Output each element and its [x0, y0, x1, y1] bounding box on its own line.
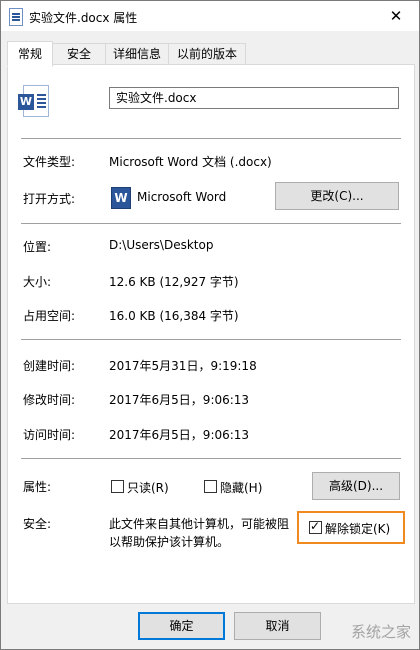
- divider: [21, 138, 401, 139]
- divider: [21, 339, 401, 340]
- properties-window: 实验文件.docx 属性 ✕ 常规 安全 详细信息 以前的版本 W 实验文件.d…: [0, 0, 420, 650]
- open-with-app: Microsoft Word: [137, 190, 227, 204]
- unblock-checkbox[interactable]: [309, 519, 322, 534]
- hidden-checkbox[interactable]: [204, 480, 217, 493]
- file-type-label: 文件类型:: [23, 155, 76, 169]
- security-message: 此文件来自其他计算机，可能被阻 以帮助保护该计算机。: [109, 515, 299, 551]
- divider: [21, 458, 401, 459]
- size-label: 大小:: [23, 275, 52, 289]
- unblock-label[interactable]: 解除锁定(K): [325, 520, 390, 537]
- disk-size-label: 占用空间:: [23, 309, 76, 323]
- security-message-line-1: 此文件来自其他计算机，可能被阻: [109, 517, 290, 531]
- ok-button[interactable]: 确定: [138, 612, 225, 640]
- word-app-icon: W: [111, 187, 131, 209]
- watermark-logo: 系统之家: [350, 623, 411, 641]
- security-message-line-2: 以帮助保护该计算机。: [109, 535, 230, 549]
- document-lines: [37, 94, 46, 96]
- advanced-button[interactable]: 高级(D)...: [312, 472, 400, 500]
- title-bar[interactable]: 实验文件.docx 属性 ✕: [1, 1, 419, 31]
- window-title: 实验文件.docx 属性: [29, 11, 138, 25]
- close-icon[interactable]: ✕: [373, 1, 419, 31]
- document-icon: [9, 8, 23, 26]
- size-value: 12.6 KB (12,927 字节): [109, 275, 239, 289]
- accessed-value: 2017年6月5日，9:06:13: [109, 428, 250, 442]
- disk-size-value: 16.0 KB (16,384 字节): [109, 309, 239, 323]
- location-label: 位置:: [23, 240, 52, 254]
- word-document-icon: W: [18, 85, 49, 117]
- modified-value: 2017年6月5日，9:06:13: [109, 393, 250, 407]
- attributes-label: 属性:: [23, 480, 52, 494]
- security-label: 安全:: [23, 517, 52, 531]
- modified-label: 修改时间:: [23, 393, 76, 407]
- created-value: 2017年5月31日，9:19:18: [109, 359, 257, 373]
- change-button[interactable]: 更改(C)...: [275, 182, 399, 210]
- open-with-label: 打开方式:: [23, 192, 76, 206]
- readonly-checkbox[interactable]: [111, 480, 124, 493]
- tab-details[interactable]: 详细信息: [105, 43, 169, 65]
- tab-general[interactable]: 常规: [7, 41, 53, 67]
- accessed-label: 访问时间:: [23, 428, 76, 442]
- divider: [21, 223, 401, 224]
- file-type-value: Microsoft Word 文档 (.docx): [109, 155, 272, 169]
- created-label: 创建时间:: [23, 359, 76, 373]
- readonly-label[interactable]: 只读(R): [127, 479, 169, 496]
- word-badge: W: [18, 94, 34, 110]
- file-name-input[interactable]: 实验文件.docx: [109, 87, 399, 109]
- hidden-label[interactable]: 隐藏(H): [220, 479, 262, 496]
- tab-security[interactable]: 安全: [52, 43, 106, 65]
- location-value: D:\Users\Desktop: [109, 238, 214, 252]
- tab-previous-versions[interactable]: 以前的版本: [168, 43, 246, 65]
